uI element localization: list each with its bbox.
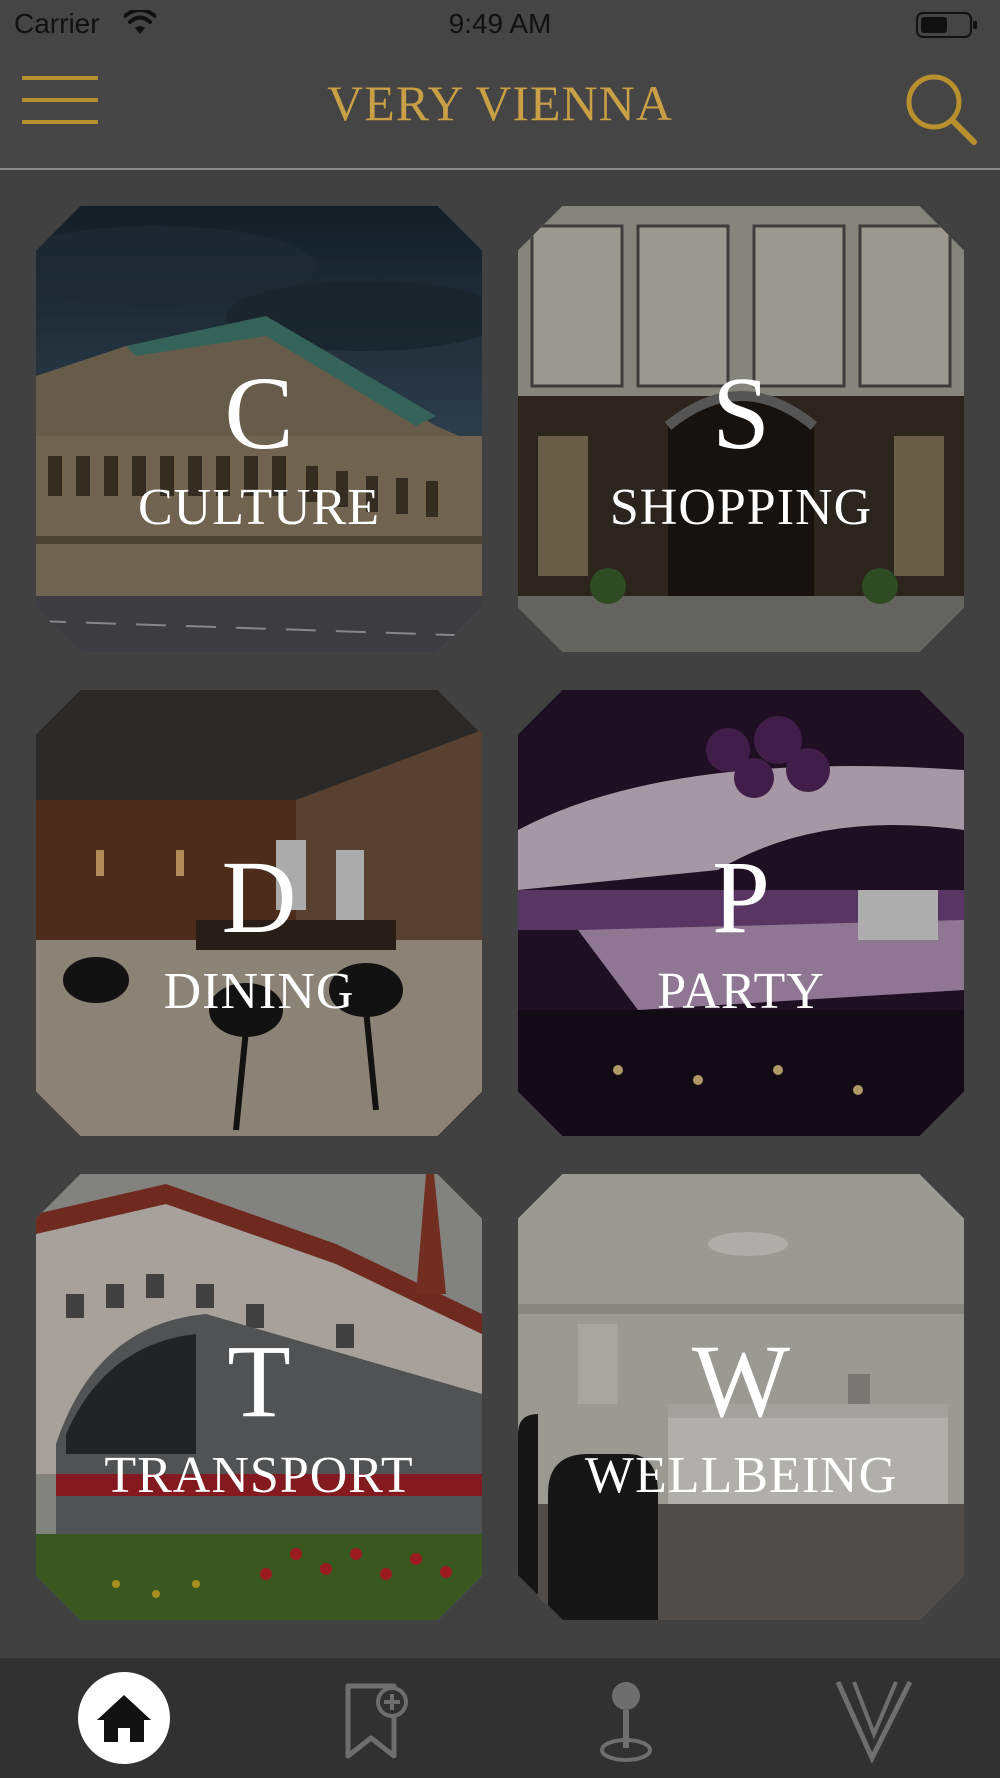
status-time: 9:49 AM: [448, 8, 552, 39]
category-grid: C CULTURE S SHOPPING D DINING P PARTY T …: [36, 206, 966, 1626]
category-tile-wellbeing[interactable]: W WELLBEING: [518, 1174, 964, 1620]
category-label: SHOPPING: [609, 479, 873, 536]
app-title: VERY VIENNA: [327, 75, 673, 131]
category-letter: W: [691, 1324, 791, 1439]
tab-home[interactable]: [74, 1668, 174, 1768]
home-icon: [97, 1695, 151, 1742]
battery-icon: [916, 12, 977, 38]
category-label: TRANSPORT: [104, 1447, 414, 1504]
tab-bar: [0, 1658, 1000, 1778]
category-label: PARTY: [657, 963, 825, 1020]
tab-brand[interactable]: [824, 1668, 924, 1768]
tab-bookmark[interactable]: [322, 1668, 422, 1768]
app-header: VERY VIENNA: [0, 50, 1000, 170]
category-letter: T: [227, 1324, 291, 1439]
tab-map[interactable]: [576, 1668, 676, 1768]
category-label: WELLBEING: [584, 1447, 898, 1504]
category-tile-dining[interactable]: D DINING: [36, 690, 482, 1136]
map-pin-icon: [600, 1682, 652, 1762]
category-tile-shopping[interactable]: S SHOPPING: [518, 206, 964, 652]
category-tile-culture[interactable]: C CULTURE: [36, 206, 482, 652]
bookmark-add-icon: [345, 1683, 408, 1759]
search-icon[interactable]: [902, 70, 978, 146]
very-vienna-logo-icon: [835, 1680, 913, 1764]
category-letter: C: [224, 356, 294, 471]
category-label: DINING: [163, 963, 355, 1020]
status-bar: Carrier 9:49 AM: [0, 0, 1000, 50]
category-label: CULTURE: [138, 479, 380, 536]
category-letter: D: [221, 840, 297, 955]
category-tile-transport[interactable]: T TRANSPORT: [36, 1174, 482, 1620]
category-letter: P: [712, 840, 770, 955]
category-letter: S: [712, 356, 770, 471]
category-tile-party[interactable]: P PARTY: [518, 690, 964, 1136]
